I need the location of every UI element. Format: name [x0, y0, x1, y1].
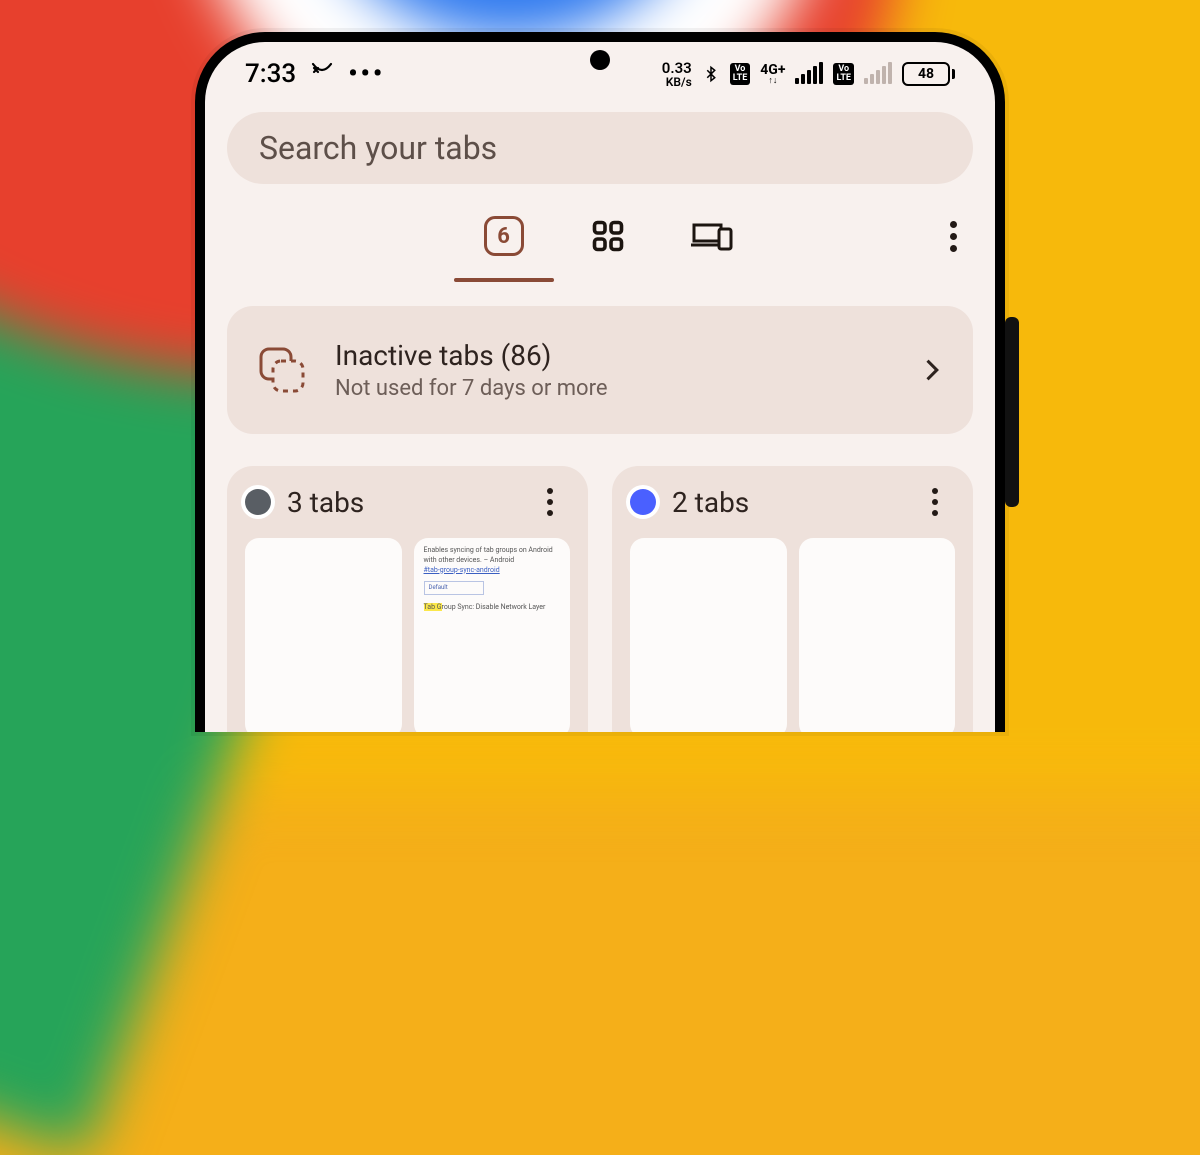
group-menu-button[interactable]	[915, 482, 955, 522]
search-placeholder: Search your tabs	[259, 129, 497, 167]
chevron-right-icon	[917, 356, 945, 384]
overflow-menu-button[interactable]	[933, 216, 973, 256]
phone-side-button	[1005, 317, 1019, 507]
battery-indicator: 48	[902, 62, 955, 86]
inactive-tabs-row[interactable]: Inactive tabs (86) Not used for 7 days o…	[227, 306, 973, 434]
tab-switcher-devices[interactable]	[690, 214, 734, 258]
network-type: 4G+ ↑↓	[760, 63, 785, 86]
tab-switcher-open-tabs[interactable]: 6	[482, 214, 526, 258]
status-time: 7:33	[245, 59, 296, 89]
devices-icon	[691, 219, 733, 253]
volte-badge-2: VoLTE	[833, 63, 854, 85]
open-tab-count: 6	[484, 216, 524, 256]
volte-badge-1: VoLTE	[730, 63, 751, 85]
group-title: 2 tabs	[672, 486, 899, 519]
group-color-dot	[245, 489, 271, 515]
inactive-title: Inactive tabs (86)	[335, 339, 891, 372]
data-rate: 0.33 KB/s	[662, 61, 692, 88]
phone-frame: 7:33 ••• 0.33 KB/s	[195, 32, 1005, 732]
group-title: 3 tabs	[287, 486, 514, 519]
grid-icon	[590, 218, 626, 254]
inactive-subtitle: Not used for 7 days or more	[335, 376, 891, 401]
tab-thumbnail[interactable]	[630, 538, 787, 732]
more-notifications-icon: •••	[348, 59, 385, 89]
tab-thumbnail[interactable]	[799, 538, 956, 732]
search-tabs-input[interactable]: Search your tabs	[227, 112, 973, 184]
tab-switcher-groups[interactable]	[586, 214, 630, 258]
missed-call-icon	[310, 59, 334, 90]
tab-thumbnail[interactable]	[245, 538, 402, 732]
inactive-tabs-icon	[255, 343, 309, 397]
status-bar: 7:33 ••• 0.33 KB/s	[227, 42, 973, 106]
tab-group-card[interactable]: 3 tabs Enables syncing of tab groups on …	[227, 466, 588, 732]
tab-thumbnail[interactable]: Enables syncing of tab groups on Android…	[414, 538, 571, 732]
signal-bars-1	[795, 64, 823, 84]
bluetooth-icon	[702, 62, 720, 86]
group-menu-button[interactable]	[530, 482, 570, 522]
signal-bars-2	[864, 64, 892, 84]
tab-group-card[interactable]: 2 tabs	[612, 466, 973, 732]
group-color-dot	[630, 489, 656, 515]
